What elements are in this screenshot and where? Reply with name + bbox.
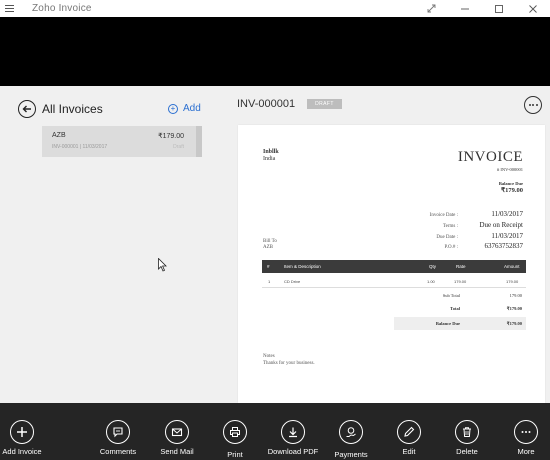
invoice-number-heading: INV-000001	[237, 98, 296, 110]
app-bar: Add Invoice Comments Send Mail Print Dow…	[0, 403, 550, 460]
maximize-icon[interactable]	[482, 0, 516, 17]
black-banner	[0, 17, 550, 86]
delete-label: Delete	[456, 447, 478, 456]
terms-row: Terms : Due on Receipt	[413, 221, 523, 229]
window-title: Zoho Invoice	[32, 3, 92, 14]
trash-icon	[455, 420, 479, 444]
invoice-meta: INV-000001 | 11/03/2017	[52, 144, 108, 150]
notes-label: Notes	[263, 354, 275, 359]
add-invoice-label: Add Invoice	[2, 447, 42, 456]
title-bar: Zoho Invoice	[0, 0, 550, 17]
payment-icon	[339, 420, 363, 444]
field-value: 63763752837	[484, 242, 524, 250]
document-title: INVOICE	[457, 149, 523, 165]
send-mail-button[interactable]: Send Mail	[147, 403, 207, 460]
column-header: Qty	[429, 264, 437, 269]
invoice-list-item[interactable]: AZB ₹179.00 INV-000001 | 11/03/2017 Draf…	[42, 126, 202, 157]
table-cell: 1.00	[427, 279, 435, 284]
download-pdf-button[interactable]: Download PDF	[263, 403, 323, 460]
arrow-left-icon	[22, 105, 31, 113]
po-number-row: P.O.# : 63763752837	[413, 242, 523, 250]
org-country: India	[263, 156, 276, 162]
invoice-list-panel: All Invoices + Add AZB ₹179.00 INV-00000…	[0, 86, 227, 403]
items-table-header: # Item & Description Qty Rate Amount	[262, 260, 526, 273]
back-button[interactable]	[18, 100, 36, 118]
field-value: 11/03/2017	[491, 232, 523, 240]
bill-to-block: Bill To AZB	[263, 239, 277, 251]
field-label: Invoice Date :	[429, 213, 458, 218]
invoice-amount: ₹179.00	[158, 133, 184, 140]
balance-label: Balance Due	[435, 321, 460, 326]
delete-button[interactable]: Delete	[437, 403, 497, 460]
notes-text: Thanks for your business.	[263, 361, 315, 366]
minimize-icon[interactable]	[448, 0, 482, 17]
printer-icon	[223, 420, 247, 444]
list-title: All Invoices	[42, 102, 103, 116]
total-row: Total ₹179.00	[394, 302, 526, 315]
invoice-date-row: Invoice Date : 11/03/2017	[413, 210, 523, 218]
more-icon	[514, 420, 538, 444]
fullscreen-icon[interactable]	[414, 0, 448, 17]
table-cell: 179.00	[506, 279, 519, 284]
document-number: # INV-000001	[497, 167, 523, 172]
field-label: Terms :	[442, 224, 458, 229]
comment-icon	[106, 420, 130, 444]
table-cell: 1	[268, 279, 271, 284]
balance-value: ₹179.00	[506, 321, 522, 326]
total-value: ₹179.00	[506, 306, 522, 311]
payments-label: Payments	[334, 450, 368, 459]
add-invoice-button[interactable]: Add Invoice	[0, 403, 52, 460]
org-name: Inbllk	[263, 149, 279, 155]
invoice-customer: AZB	[52, 132, 66, 139]
edit-button[interactable]: Edit	[379, 403, 439, 460]
mail-icon	[165, 420, 189, 444]
column-header: Item & Description	[284, 264, 321, 269]
table-cell: 179.00	[454, 279, 467, 284]
payments-button[interactable]: Payments	[321, 403, 381, 460]
table-row: 1 CD Drive 1.00 179.00 179.00	[262, 275, 526, 288]
add-invoice-link[interactable]: + Add	[168, 103, 201, 114]
due-date-row: Due Date : 11/03/2017	[413, 232, 523, 240]
download-pdf-label: Download PDF	[267, 447, 319, 456]
total-label: Total	[450, 306, 460, 311]
download-icon	[281, 420, 305, 444]
status-badge: DRAFT	[307, 99, 342, 109]
column-header: Rate	[456, 264, 466, 269]
comments-label: Comments	[99, 447, 137, 456]
field-label: P.O.# :	[444, 245, 458, 250]
table-cell: CD Drive	[284, 279, 301, 284]
detail-header: INV-000001 DRAFT	[237, 98, 342, 110]
sub-total-row: Sub Total 179.00	[394, 289, 526, 302]
print-button[interactable]: Print	[205, 403, 265, 460]
field-label: Due Date :	[436, 235, 458, 240]
balance-due-value: ₹179.00	[500, 187, 523, 194]
pencil-icon	[397, 420, 421, 444]
more-options-button[interactable]	[524, 96, 542, 114]
comments-button[interactable]: Comments	[88, 403, 148, 460]
invoice-status: Draft	[173, 144, 184, 150]
plus-circle-icon: +	[168, 103, 178, 114]
sub-total-label: Sub Total	[442, 293, 460, 298]
invoice-document: Inbllk India INVOICE # INV-000001 Balanc…	[238, 125, 545, 403]
send-mail-label: Send Mail	[160, 447, 194, 456]
edit-label: Edit	[402, 447, 416, 456]
bill-to-name: AZB	[263, 245, 273, 250]
more-button[interactable]: More	[496, 403, 550, 460]
print-label: Print	[227, 450, 243, 459]
notes-block: Notes Thanks for your business.	[263, 353, 315, 367]
sub-total-value: 179.00	[509, 293, 522, 298]
add-label: Add	[183, 103, 201, 114]
column-header: Amount	[504, 264, 520, 269]
column-header: #	[267, 264, 270, 269]
field-value: 11/03/2017	[491, 210, 523, 218]
hamburger-menu-icon[interactable]	[0, 5, 20, 12]
more-label: More	[517, 447, 535, 456]
plus-icon	[10, 420, 34, 444]
field-value: Due on Receipt	[479, 221, 523, 229]
balance-due-row: Balance Due ₹179.00	[394, 317, 526, 330]
organization-block: Inbllk India	[263, 149, 279, 163]
close-icon[interactable]	[516, 0, 550, 17]
